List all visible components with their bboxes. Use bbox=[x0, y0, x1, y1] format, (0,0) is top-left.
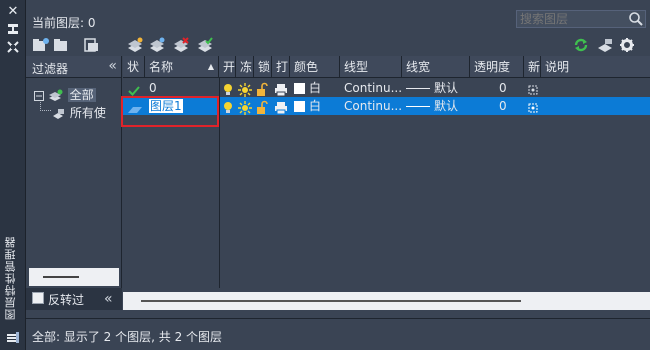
layer-settings-icon[interactable] bbox=[596, 37, 614, 53]
toolbar bbox=[26, 34, 650, 56]
printer-icon[interactable] bbox=[274, 99, 288, 117]
col-freeze[interactable]: 冻 bbox=[236, 56, 254, 78]
lineweight-value[interactable]: 默认 bbox=[434, 79, 468, 97]
gear-icon[interactable] bbox=[618, 37, 636, 53]
transparency-value[interactable]: 0 bbox=[499, 79, 519, 97]
tree-node-all-label: 全部 bbox=[67, 88, 96, 102]
invert-filter-label: 反转过 bbox=[48, 293, 85, 307]
layer-manager-icon bbox=[6, 330, 20, 344]
collapse-filter-button[interactable]: « bbox=[108, 58, 116, 74]
linetype-value[interactable]: Continu... bbox=[344, 79, 402, 97]
color-name[interactable]: 白 bbox=[309, 79, 337, 97]
new-property-filter-icon[interactable] bbox=[32, 37, 50, 53]
layer-properties-panel: 当前图层: 0 过滤器 « 全部 所有使 反 bbox=[26, 0, 650, 350]
col-status[interactable]: 状 bbox=[123, 56, 145, 78]
set-current-icon[interactable] bbox=[196, 37, 214, 53]
search-input[interactable] bbox=[516, 10, 646, 28]
col-name-label: 名称 bbox=[149, 60, 174, 74]
lineweight-value[interactable]: 默认 bbox=[434, 97, 468, 115]
status-text: 全部: 显示了 2 个图层, 共 2 个图层 bbox=[32, 330, 223, 344]
col-on[interactable]: 开 bbox=[219, 56, 236, 78]
layer-filter-icon bbox=[48, 89, 63, 101]
delete-layer-icon[interactable] bbox=[172, 37, 190, 53]
table-row[interactable]: 图层1 白 Continu... 默认 0 bbox=[123, 97, 650, 115]
sun-thaw-icon[interactable] bbox=[238, 99, 252, 117]
tree-node-used[interactable]: 所有使 bbox=[52, 104, 106, 120]
new-layer-icon[interactable] bbox=[126, 37, 144, 53]
grid-header: 状 名称 ▲ 开 冻 锁 打 颜色 线型 线宽 透明度 新 说明 bbox=[123, 56, 650, 78]
panel-title: 图层特性管理器 bbox=[4, 236, 17, 320]
close-icon[interactable]: ✕ bbox=[6, 5, 20, 19]
layer-name-label[interactable]: 图层1 bbox=[149, 99, 183, 113]
invert-filter-row: 反转过 « bbox=[26, 288, 122, 310]
current-layer-label: 当前图层: 0 bbox=[32, 16, 96, 30]
layer-status-icon bbox=[128, 107, 142, 113]
transparency-value[interactable]: 0 bbox=[499, 97, 519, 115]
layer-states-icon[interactable] bbox=[82, 37, 100, 53]
vertical-title-bar: ✕ 图层特性管理器 bbox=[0, 0, 26, 350]
column-divider bbox=[219, 78, 220, 288]
layer-name[interactable]: 图层1 bbox=[149, 97, 215, 115]
invert-filter-checkbox[interactable] bbox=[32, 292, 44, 304]
tree-collapse-icon[interactable] bbox=[34, 90, 44, 101]
filter-panel: 过滤器 « 全部 所有使 bbox=[26, 56, 122, 288]
unlock-icon[interactable] bbox=[256, 99, 268, 117]
linetype-value[interactable]: Continu... bbox=[344, 97, 402, 115]
col-lineweight[interactable]: 线宽 bbox=[402, 56, 470, 78]
layer-grid: 状 名称 ▲ 开 冻 锁 打 颜色 线型 线宽 透明度 新 说明 0 白 Cont… bbox=[123, 56, 650, 310]
search-icon[interactable] bbox=[628, 11, 644, 27]
tree-node-used-label: 所有使 bbox=[69, 106, 106, 120]
col-color[interactable]: 颜色 bbox=[290, 56, 340, 78]
new-vp-freeze-icon[interactable] bbox=[527, 99, 539, 117]
new-group-filter-icon[interactable] bbox=[52, 37, 70, 53]
grid-scrollbar[interactable] bbox=[123, 292, 650, 310]
properties-icon[interactable] bbox=[6, 40, 20, 54]
refresh-icon[interactable] bbox=[572, 37, 590, 53]
col-lock[interactable]: 锁 bbox=[254, 56, 272, 78]
filter-scrollbar[interactable] bbox=[29, 268, 119, 286]
used-layers-filter-icon bbox=[53, 108, 64, 119]
col-name[interactable]: 名称 ▲ bbox=[145, 56, 219, 78]
table-row[interactable]: 0 白 Continu... 默认 0 bbox=[123, 79, 650, 97]
tree-node-all[interactable]: 全部 bbox=[34, 86, 96, 102]
bulb-on-icon[interactable] bbox=[222, 99, 234, 117]
col-description[interactable]: 说明 bbox=[541, 56, 650, 78]
col-linetype[interactable]: 线型 bbox=[340, 56, 402, 78]
filter-header: 过滤器 « bbox=[26, 56, 121, 78]
sort-asc-icon: ▲ bbox=[207, 62, 214, 71]
color-name[interactable]: 白 bbox=[309, 97, 337, 115]
autohide-icon[interactable] bbox=[6, 22, 20, 36]
filter-title: 过滤器 bbox=[32, 62, 69, 76]
col-transparency[interactable]: 透明度 bbox=[470, 56, 524, 78]
lineweight-line bbox=[406, 106, 430, 107]
scroll-thumb[interactable] bbox=[43, 276, 79, 278]
new-layer-vp-frozen-icon[interactable] bbox=[148, 37, 166, 53]
status-bar: 全部: 显示了 2 个图层, 共 2 个图层 bbox=[26, 318, 650, 350]
scroll-thumb[interactable] bbox=[141, 300, 521, 302]
lineweight-line bbox=[406, 88, 430, 89]
top-row: 当前图层: 0 bbox=[26, 0, 650, 34]
color-swatch[interactable] bbox=[294, 101, 305, 112]
col-plot[interactable]: 打 bbox=[272, 56, 290, 78]
col-new-vp-freeze[interactable]: 新 bbox=[524, 56, 541, 78]
layer-name[interactable]: 0 bbox=[149, 79, 215, 97]
color-swatch[interactable] bbox=[294, 83, 305, 94]
collapse-invert-button[interactable]: « bbox=[104, 291, 112, 307]
